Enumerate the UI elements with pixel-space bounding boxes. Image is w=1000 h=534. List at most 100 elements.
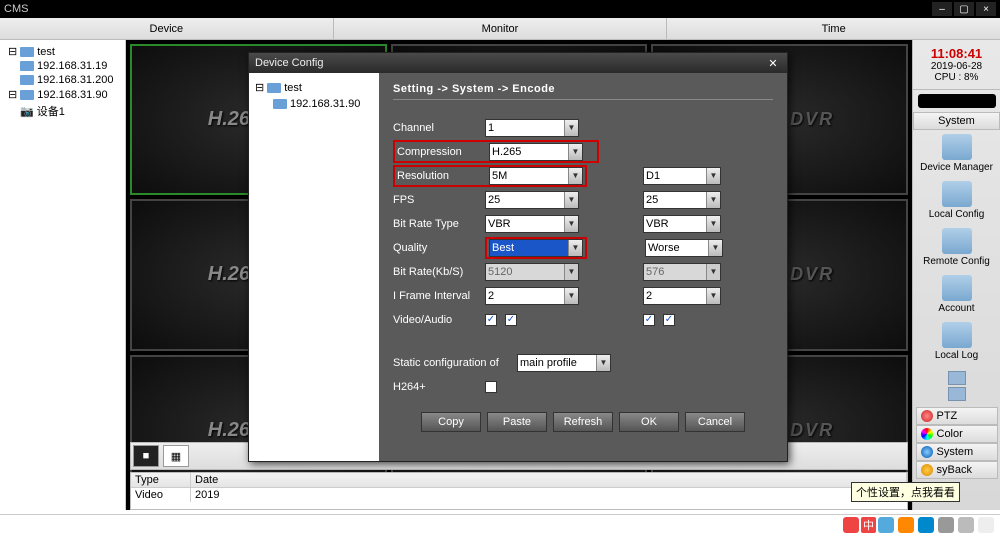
- resolution-select[interactable]: 5M▼: [489, 167, 583, 185]
- compression-select[interactable]: H.265▼: [489, 143, 583, 161]
- log-header-date[interactable]: Date: [191, 473, 907, 487]
- tab-device[interactable]: Device: [0, 18, 334, 39]
- local-log-button[interactable]: Local Log: [913, 318, 1000, 365]
- tabbar: Device Monitor Time: [0, 18, 1000, 40]
- label-va: Video/Audio: [393, 314, 477, 326]
- chevron-down-icon: ▼: [564, 288, 578, 304]
- tree-node-3[interactable]: ⊟ 192.168.31.90: [2, 87, 123, 102]
- fps2-select[interactable]: 25▼: [643, 191, 721, 209]
- resolution2-select[interactable]: D1▼: [643, 167, 721, 185]
- ptz-icon: [921, 410, 933, 422]
- tray-icon[interactable]: [878, 517, 894, 533]
- account-button[interactable]: Account: [913, 271, 1000, 318]
- tree-node-1[interactable]: 192.168.31.19: [2, 59, 123, 73]
- local-config-button[interactable]: Local Config: [913, 177, 1000, 224]
- minimize-button[interactable]: –: [932, 2, 952, 16]
- remote-config-button[interactable]: Remote Config: [913, 224, 1000, 271]
- chevron-down-icon: ▼: [568, 240, 582, 256]
- tree-node-4[interactable]: 📷 设备1: [2, 102, 123, 120]
- clock-time: 11:08:41: [913, 46, 1000, 61]
- dialog-titlebar[interactable]: Device Config ✕: [249, 53, 787, 73]
- chevron-down-icon: ▼: [706, 288, 720, 304]
- device-tree: ⊟ test 192.168.31.19 192.168.31.200 ⊟ 19…: [0, 40, 126, 510]
- chevron-down-icon: ▼: [564, 192, 578, 208]
- log-header-type[interactable]: Type: [131, 473, 191, 487]
- cancel-button[interactable]: Cancel: [685, 412, 745, 432]
- local-config-icon: [942, 181, 972, 207]
- remote-config-icon: [942, 228, 972, 254]
- tray-icon[interactable]: [938, 517, 954, 533]
- system-button[interactable]: System: [916, 443, 998, 461]
- breadcrumb: Setting -> System -> Encode: [393, 83, 773, 100]
- device-manager-button[interactable]: Device Manager: [913, 130, 1000, 177]
- video-checkbox[interactable]: ✓: [485, 314, 497, 326]
- titlebar: CMS – ▢ ×: [0, 0, 1000, 18]
- chevron-down-icon: ▼: [706, 216, 720, 232]
- play-down-button[interactable]: [948, 387, 966, 401]
- dialog-tree: ⊟ test 192.168.31.90: [249, 73, 379, 461]
- iframe-select[interactable]: 2▼: [485, 287, 579, 305]
- view-single-button[interactable]: ■: [133, 445, 159, 467]
- label-bitrate: Bit Rate(Kb/S): [393, 266, 477, 278]
- bitrate2-select[interactable]: 576▼: [643, 263, 721, 281]
- close-button[interactable]: ×: [976, 2, 996, 16]
- label-bitratetype: Bit Rate Type: [393, 218, 477, 230]
- log-type: Video: [131, 488, 191, 502]
- label-static: Static configuration of: [393, 357, 509, 369]
- dialog-content: Setting -> System -> Encode Channel 1▼ C…: [379, 73, 787, 461]
- copy-button[interactable]: Copy: [421, 412, 481, 432]
- ptz-button[interactable]: PTZ: [916, 407, 998, 425]
- paste-button[interactable]: Paste: [487, 412, 547, 432]
- tab-monitor[interactable]: Monitor: [334, 18, 668, 39]
- taskbar: 中: [0, 514, 1000, 534]
- bitratetype2-select[interactable]: VBR▼: [643, 215, 721, 233]
- quality2-select[interactable]: Worse▼: [645, 239, 723, 257]
- label-fps: FPS: [393, 194, 477, 206]
- audio-checkbox[interactable]: ✓: [505, 314, 517, 326]
- chevron-down-icon: ▼: [564, 216, 578, 232]
- label-quality: Quality: [393, 242, 477, 254]
- device-manager-icon: [942, 134, 972, 160]
- chevron-down-icon: ▼: [568, 168, 582, 184]
- right-panel: 11:08:41 2019-06-28 CPU : 8% System Devi…: [912, 40, 1000, 510]
- label-resolution: Resolution: [397, 170, 481, 182]
- log-table: Type Date Video 2019: [130, 472, 908, 510]
- label-compression: Compression: [397, 146, 481, 158]
- dialog-title: Device Config: [255, 57, 323, 69]
- audio2-checkbox[interactable]: ✓: [663, 314, 675, 326]
- close-icon[interactable]: ✕: [765, 56, 781, 70]
- maximize-button[interactable]: ▢: [954, 2, 974, 16]
- system-header: System: [913, 112, 1000, 130]
- tray-icon[interactable]: [978, 517, 994, 533]
- tab-time[interactable]: Time: [667, 18, 1000, 39]
- static-select[interactable]: main profile▼: [517, 354, 611, 372]
- h264p-checkbox[interactable]: [485, 381, 497, 393]
- bitrate-select[interactable]: 5120▼: [485, 263, 579, 281]
- bitratetype-select[interactable]: VBR▼: [485, 215, 579, 233]
- tray-icon[interactable]: [958, 517, 974, 533]
- play-up-button[interactable]: [948, 371, 966, 385]
- refresh-button[interactable]: Refresh: [553, 412, 613, 432]
- ok-button[interactable]: OK: [619, 412, 679, 432]
- quality-select[interactable]: Best▼: [489, 239, 583, 257]
- tray-icon[interactable]: [898, 517, 914, 533]
- iframe2-select[interactable]: 2▼: [643, 287, 721, 305]
- playback-button[interactable]: syBack: [916, 461, 998, 479]
- chevron-down-icon: ▼: [596, 355, 610, 371]
- tray-icon[interactable]: [918, 517, 934, 533]
- chevron-down-icon: ▼: [706, 168, 720, 184]
- tree-root[interactable]: ⊟ test: [2, 44, 123, 59]
- tree-node-2[interactable]: 192.168.31.200: [2, 73, 123, 87]
- modal-tree-child[interactable]: 192.168.31.90: [255, 96, 373, 112]
- view-grid-button[interactable]: ▦: [163, 445, 189, 467]
- system-icon: [921, 446, 933, 458]
- fps-select[interactable]: 25▼: [485, 191, 579, 209]
- channel-select[interactable]: 1▼: [485, 119, 579, 137]
- modal-tree-root[interactable]: ⊟ test: [255, 79, 373, 96]
- ime-icon[interactable]: [843, 517, 859, 533]
- chevron-down-icon: ▼: [708, 240, 722, 256]
- ime-lang[interactable]: 中: [861, 517, 876, 533]
- video-bar: [918, 94, 996, 108]
- color-button[interactable]: Color: [916, 425, 998, 443]
- video2-checkbox[interactable]: ✓: [643, 314, 655, 326]
